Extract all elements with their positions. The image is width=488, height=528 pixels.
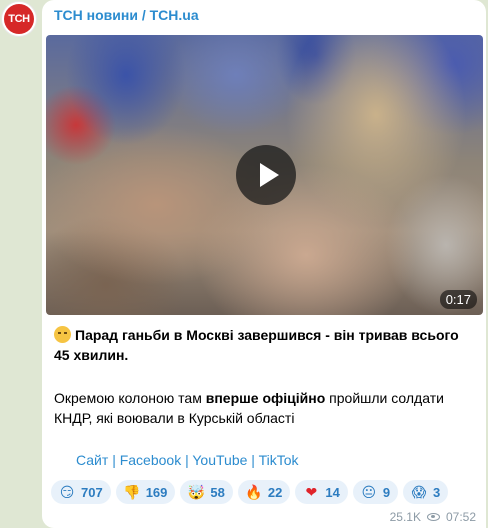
play-icon — [260, 163, 279, 187]
reaction-screaming-face[interactable]: 😱 3 — [403, 480, 449, 504]
message-meta: 25.1K 07:52 — [390, 510, 476, 524]
link-site[interactable]: Сайт — [76, 452, 108, 468]
video-preview[interactable]: 0:17 — [46, 35, 483, 315]
reaction-neutral-face[interactable]: 😐 9 — [352, 480, 399, 504]
reaction-count: 707 — [81, 484, 103, 500]
link-separator: | — [185, 452, 189, 468]
channel-logo: ТСН — [4, 4, 34, 34]
reaction-exploding-head[interactable]: 🤯 58 — [180, 480, 233, 504]
message-bubble: ТСН новини / TCH.ua 0:17 Парад ганьби в … — [42, 0, 486, 528]
reaction-count: 22 — [267, 484, 283, 500]
post-headline: Парад ганьби в Москві завершився - він т… — [54, 325, 474, 365]
video-duration: 0:17 — [439, 290, 477, 309]
play-button[interactable] — [236, 145, 296, 205]
eye-icon — [426, 513, 440, 521]
fire-icon: 🔥 — [245, 483, 263, 500]
headline-text: Парад ганьби в Москві завершився - він т… — [54, 327, 459, 363]
reactions-bar: 😏 707 👎 169 🤯 58 🔥 22 ❤ 14 😐 9 😱 3 — [51, 480, 449, 504]
channel-name[interactable]: ТСН новини / TCH.ua — [54, 7, 199, 23]
exploding-head-icon: 🤯 — [187, 483, 206, 500]
link-youtube[interactable]: YouTube — [192, 452, 247, 468]
reaction-count: 3 — [433, 484, 441, 500]
screaming-face-icon: 😱 — [411, 483, 427, 500]
reaction-count: 14 — [325, 484, 340, 500]
link-separator: | — [112, 452, 116, 468]
reaction-heart[interactable]: ❤ 14 — [295, 480, 348, 504]
link-tiktok[interactable]: TikTok — [259, 452, 299, 468]
social-links: Сайт | Facebook | YouTube | TikTok — [76, 452, 299, 468]
neutral-face-icon: 😐 — [361, 483, 377, 500]
message-time: 07:52 — [445, 510, 476, 524]
reaction-thumbs-down[interactable]: 👎 169 — [115, 480, 176, 504]
reaction-count: 58 — [210, 484, 225, 500]
reaction-count: 169 — [145, 484, 168, 500]
body-text-start: Окремою колоною там — [54, 390, 206, 406]
reaction-count: 9 — [382, 484, 391, 500]
link-separator: | — [251, 452, 255, 468]
heart-icon: ❤ — [305, 483, 318, 500]
view-count: 25.1K — [389, 510, 421, 524]
thumbs-down-icon: 👎 — [122, 483, 141, 500]
smirk-icon: 😏 — [59, 483, 75, 500]
post-body: Окремою колоною там вперше офіційно прой… — [54, 388, 474, 428]
reaction-fire[interactable]: 🔥 22 — [237, 480, 291, 504]
channel-avatar[interactable]: ТСН — [1, 1, 37, 37]
smirk-face-emoji — [54, 326, 71, 343]
body-text-bold: вперше офіційно — [205, 390, 326, 406]
reaction-smirk[interactable]: 😏 707 — [51, 480, 111, 504]
link-facebook[interactable]: Facebook — [120, 452, 181, 468]
